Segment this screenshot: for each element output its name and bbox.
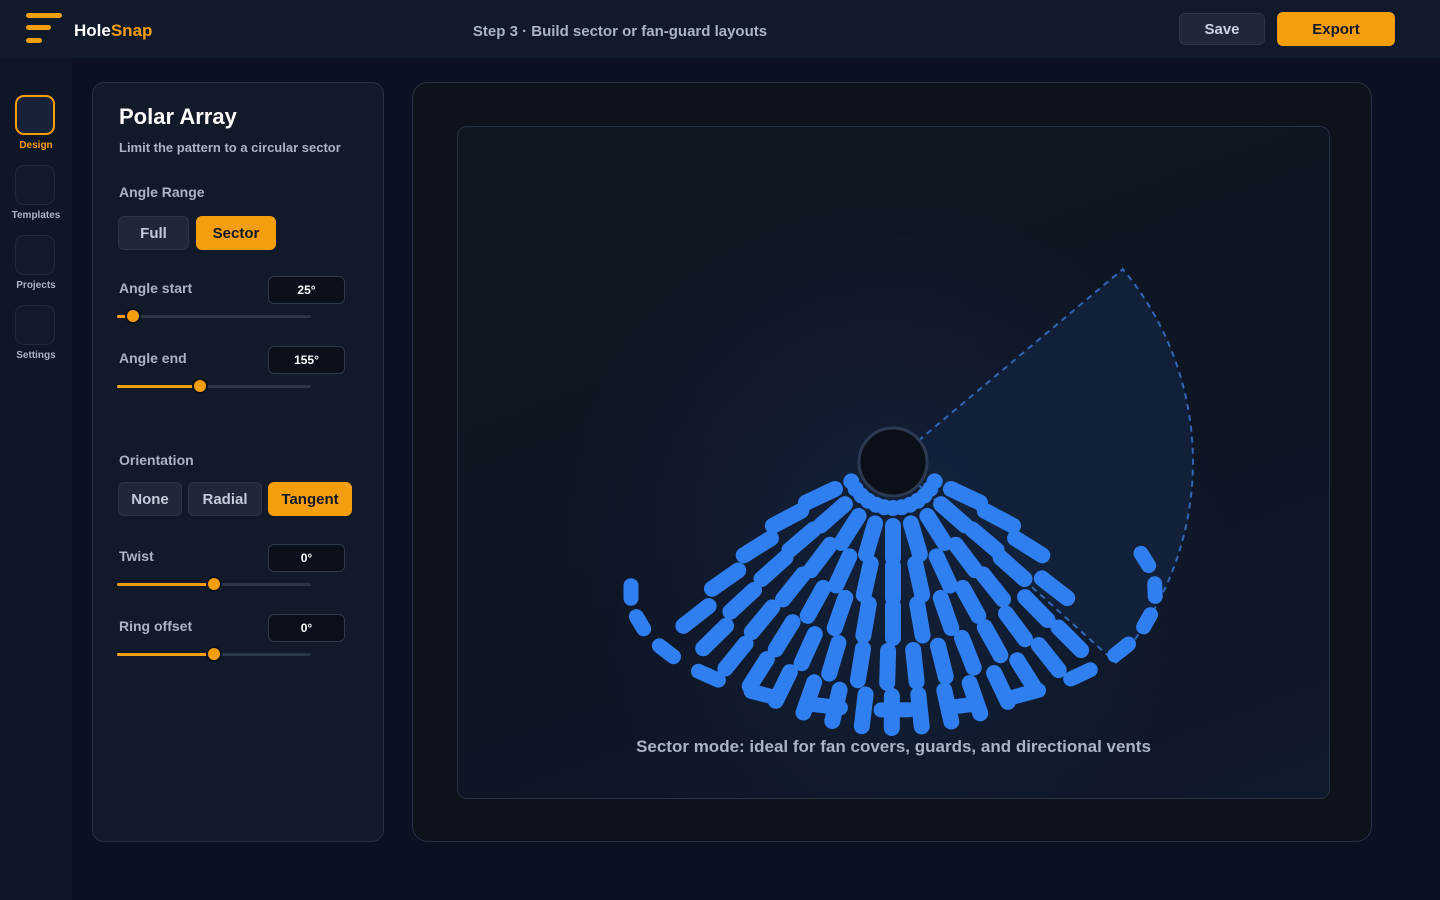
hole (843, 473, 860, 490)
sidebar-item-label: Projects (16, 280, 56, 291)
sidebar-item-label: Templates (11, 210, 61, 221)
fan-slot (1063, 662, 1098, 687)
fan-slot (1133, 545, 1157, 574)
slider-fill (117, 385, 201, 388)
fan-slot (691, 663, 726, 688)
preview-canvas[interactable]: Sector mode: ideal for fan covers, guard… (457, 126, 1330, 799)
fan-slot (743, 683, 783, 705)
orientation-radial-button[interactable]: Radial (188, 482, 262, 516)
sidebar-item-design[interactable]: Design (0, 95, 72, 159)
angle-range-sector-button[interactable]: Sector (196, 216, 276, 250)
twist-label: Twist (119, 548, 154, 564)
slider-fill (117, 583, 214, 586)
slot-hole (849, 640, 871, 689)
app-logo-icon (26, 13, 64, 47)
slot-hole (855, 596, 877, 644)
fan-slot (1006, 682, 1046, 705)
slot-hole (930, 637, 954, 685)
top-bar: HoleSnap Step 3 · Build sector or fan-gu… (0, 0, 1440, 59)
brand-suffix: Snap (110, 21, 153, 40)
sidebar-item-settings[interactable]: Settings (0, 305, 72, 369)
center-hub-icon (857, 426, 929, 498)
side-nav: Design Templates Projects Settings (0, 58, 72, 900)
slot-hole (932, 589, 960, 637)
orientation-tangent-button[interactable]: Tangent (268, 482, 352, 516)
slot-hole (902, 515, 928, 563)
angle-range-full-button[interactable]: Full (118, 216, 189, 250)
ring-offset-slider[interactable] (117, 646, 311, 662)
panel-subtitle: Limit the pattern to a circular sector (119, 140, 341, 155)
angle-range-label: Angle Range (119, 184, 205, 200)
slider-fill (117, 653, 214, 656)
slot-hole (826, 589, 854, 637)
fan-slot (1107, 636, 1136, 663)
preview-frame: Sector mode: ideal for fan covers, guard… (412, 82, 1372, 842)
templates-icon (15, 165, 55, 205)
panel-title: Polar Array (119, 104, 237, 129)
export-button[interactable]: Export (1277, 12, 1395, 46)
slider-handle[interactable] (192, 378, 209, 394)
hole-pattern-preview (563, 202, 1223, 798)
twist-slider[interactable] (117, 576, 311, 592)
sidebar-item-projects[interactable]: Projects (0, 235, 72, 299)
slider-handle[interactable] (124, 308, 141, 324)
orientation-label: Orientation (119, 452, 194, 468)
slot-hole (853, 686, 874, 735)
sidebar-item-templates[interactable]: Templates (0, 165, 72, 229)
design-icon (15, 95, 55, 135)
angle-start-label: Angle start (119, 280, 193, 296)
orientation-none-button[interactable]: None (118, 482, 182, 516)
fan-slot (1147, 576, 1163, 604)
twist-field[interactable]: 0° (268, 544, 345, 572)
settings-icon (15, 305, 55, 345)
sidebar-item-label: Settings (16, 350, 56, 361)
app-brand: HoleSnap (74, 21, 152, 41)
fan-slot (805, 697, 848, 716)
ring-offset-field[interactable]: 0° (268, 614, 345, 642)
fan-slot (651, 638, 681, 665)
slot-hole (910, 686, 930, 735)
angle-end-slider[interactable] (117, 378, 311, 394)
ring-offset-label: Ring offset (119, 618, 193, 634)
slot-hole (907, 555, 931, 603)
slider-handle[interactable] (206, 646, 222, 662)
projects-icon (15, 235, 55, 275)
brand-prefix: Hole (74, 21, 111, 40)
slot-hole (909, 596, 931, 644)
slot-hole (821, 634, 847, 682)
slot-hole (905, 641, 925, 690)
polar-array-panel: Polar Array Limit the pattern to a circu… (92, 82, 384, 842)
slot-hole (879, 642, 897, 691)
preview-caption: Sector mode: ideal for fan covers, guard… (636, 737, 1151, 756)
sidebar-item-label: Design (19, 140, 53, 151)
slider-handle[interactable] (206, 576, 222, 592)
step-title: Step 3 · Build sector or fan-guard layou… (472, 23, 768, 40)
angle-end-label: Angle end (119, 350, 187, 366)
fan-slot (942, 696, 985, 715)
slot-hole (954, 629, 982, 676)
angle-start-field[interactable]: 25° (268, 276, 345, 304)
angle-start-slider[interactable] (117, 308, 311, 324)
slot-hole (858, 515, 884, 563)
fan-slot (1136, 607, 1158, 635)
angle-end-field[interactable]: 155° (268, 346, 345, 374)
fan-slot (628, 609, 652, 637)
save-button[interactable]: Save (1179, 13, 1265, 45)
slot-hole (855, 555, 879, 603)
